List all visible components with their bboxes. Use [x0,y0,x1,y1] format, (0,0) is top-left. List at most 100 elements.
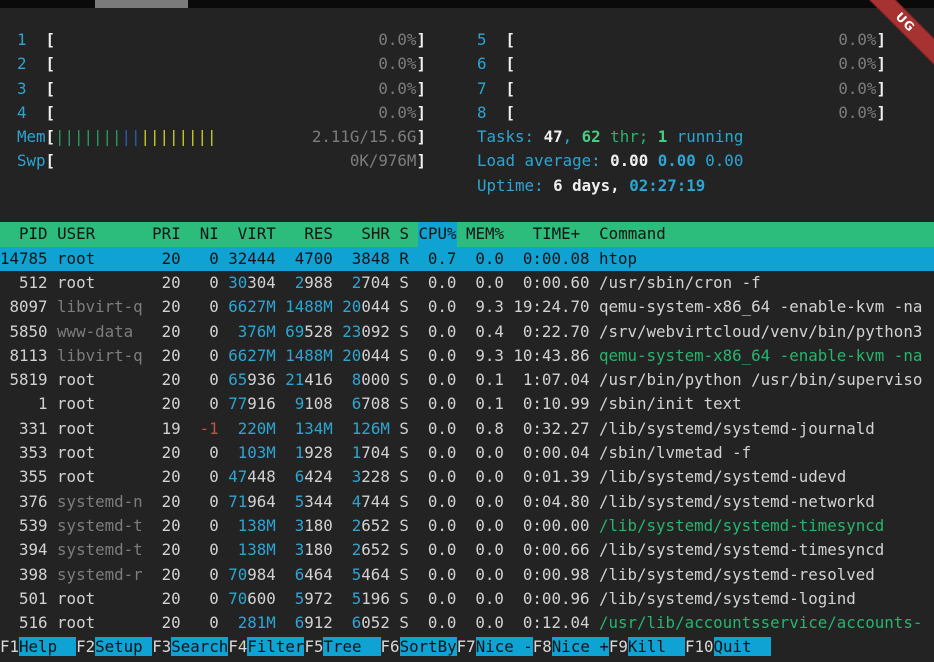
fnkey-F4[interactable]: F4Filter [228,635,304,659]
virt-cell: 281M [228,611,276,635]
fnkey-F10[interactable]: F10Quit [685,635,771,659]
sep [219,587,229,611]
res-cell: 3180 [285,514,333,538]
sep [456,563,466,587]
mem-lo: 528 [304,322,333,341]
fnkey-F9[interactable]: F9Kill [609,635,685,659]
process-row[interactable]: 501 root 20 0 70600 5972 5196 S 0.0 0.0 … [0,587,934,611]
table-header-columns-right[interactable]: MEM% TIME+ Command [457,222,666,246]
process-row[interactable]: 512 root 20 0 30304 2988 2704 S 0.0 0.0 … [0,271,934,295]
sep [456,587,466,611]
user-cell: root [57,441,143,465]
sep [456,368,466,392]
priority-cell: 20 [152,271,181,295]
mem-lo: 708 [361,394,390,413]
user-cell: root [57,271,143,295]
res-cell: 5972 [285,587,333,611]
mem-percent-cell: 0.0 [466,514,504,538]
mem-lo: 344 [304,492,333,511]
command-cell: /lib/systemd/systemd-journald [599,417,934,441]
command-cell: /lib/systemd/systemd-logind [599,587,934,611]
sep [276,514,286,538]
sep [276,417,286,441]
meter-bar: | [65,125,75,149]
table-header-columns[interactable]: PID USER PRI NI VIRT RES SHR S [0,222,418,246]
sep [504,563,514,587]
time-cell: 0:00.00 [513,514,589,538]
fnkey-F8[interactable]: F8Nice + [533,635,609,659]
nice-cell: -1 [190,417,219,441]
mem-lo: 916 [247,394,276,413]
sep [390,465,400,489]
mem-hi: 6627M [228,297,276,316]
sep [456,392,466,416]
sep [143,392,153,416]
fnkey-action: Quit [714,637,771,656]
mem-hi: 1 [295,443,305,462]
fnkey-F5[interactable]: F5Tree [304,635,380,659]
process-row[interactable]: 8097 libvirt-q 20 0 6627M 1488M 20044 S … [0,295,934,319]
process-row[interactable]: 5850 www-data 20 0 376M 69528 23092 S 0.… [0,320,934,344]
mem-lo: 228 [361,467,390,486]
mem-lo: 464 [304,565,333,584]
mem-percent-cell: 0.4 [466,320,504,344]
sep [143,587,153,611]
process-row[interactable]: 5819 root 20 0 65936 21416 8000 S 0.0 0.… [0,368,934,392]
sep [333,344,343,368]
cpu6-meter: 60.0% [477,54,886,73]
res-cell: 1928 [285,441,333,465]
nice-cell: 0 [190,320,219,344]
fnkey-action: Help [19,637,76,656]
virt-cell: 6627M [228,344,276,368]
process-row[interactable]: 376 systemd-n 20 0 71964 5344 4744 S 0.0… [0,490,934,514]
process-row[interactable]: 331 root 19 -1 220M 134M 126M S 0.0 0.8 … [0,417,934,441]
sep [456,538,466,562]
sep [589,538,599,562]
process-row[interactable]: 355 root 20 0 47448 6424 3228 S 0.0 0.0 … [0,465,934,489]
mem-percent-cell: 9.3 [466,295,504,319]
process-row[interactable]: 516 root 20 0 281M 6912 6052 S 0.0 0.0 0… [0,611,934,635]
priority-cell: 20 [152,611,181,635]
fnkey-F6[interactable]: F6SortBy [381,635,457,659]
process-row[interactable]: 1 root 20 0 77916 9108 6708 S 0.0 0.1 0:… [0,392,934,416]
fnkey-F1[interactable]: F1Help [0,635,76,659]
sep [409,563,419,587]
mem-percent-cell: 0.0 [466,538,504,562]
sep [504,417,514,441]
user-cell: root [57,392,143,416]
sep [48,514,58,538]
mem-hi: 134M [295,419,333,438]
sep [409,538,419,562]
fnkey-F7[interactable]: F7Nice - [457,635,533,659]
res-cell: 3180 [285,538,333,562]
fnkey-F3[interactable]: F3Search [152,635,228,659]
shr-cell: 2704 [342,271,390,295]
fnkey-action: Setup [95,637,152,656]
mem-hi: 103M [238,443,276,462]
process-row[interactable]: 398 systemd-r 20 0 70984 6464 5464 S 0.0… [0,563,934,587]
pid-cell: 5819 [0,368,48,392]
mem-hi: 4700 [295,249,333,268]
sep [219,514,229,538]
state-cell: S [399,538,409,562]
sep [504,344,514,368]
process-row[interactable]: 353 root 20 0 103M 1928 1704 S 0.0 0.0 0… [0,441,934,465]
sep [48,490,58,514]
priority-cell: 19 [152,417,181,441]
process-row[interactable]: 539 systemd-t 20 0 138M 3180 2652 S 0.0 … [0,514,934,538]
sep [456,514,466,538]
mem-hi: 21 [285,370,304,389]
process-row[interactable]: 14785 root 20 0 32444 4700 3848 R 0.7 0.… [0,247,934,271]
process-row[interactable]: 8113 libvirt-q 20 0 6627M 1488M 20044 S … [0,344,934,368]
sep [181,392,191,416]
command-cell: qemu-system-x86_64 -enable-kvm -na [599,295,934,319]
sep [589,295,599,319]
sort-column-header[interactable]: CPU% [418,222,456,246]
mem-hi: 77 [228,394,247,413]
fnkey-F2[interactable]: F2Setup [76,635,152,659]
sep [333,441,343,465]
sep [333,563,343,587]
process-row[interactable]: 394 systemd-t 20 0 138M 3180 2652 S 0.0 … [0,538,934,562]
table-header-row[interactable]: PID USER PRI NI VIRT RES SHR S CPU% MEM%… [0,222,934,246]
time-cell: 0:00.98 [513,563,589,587]
